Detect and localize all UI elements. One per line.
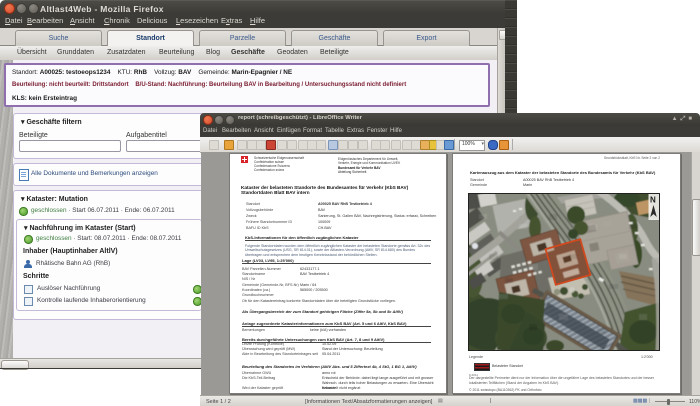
- svg-text:N: N: [650, 195, 656, 204]
